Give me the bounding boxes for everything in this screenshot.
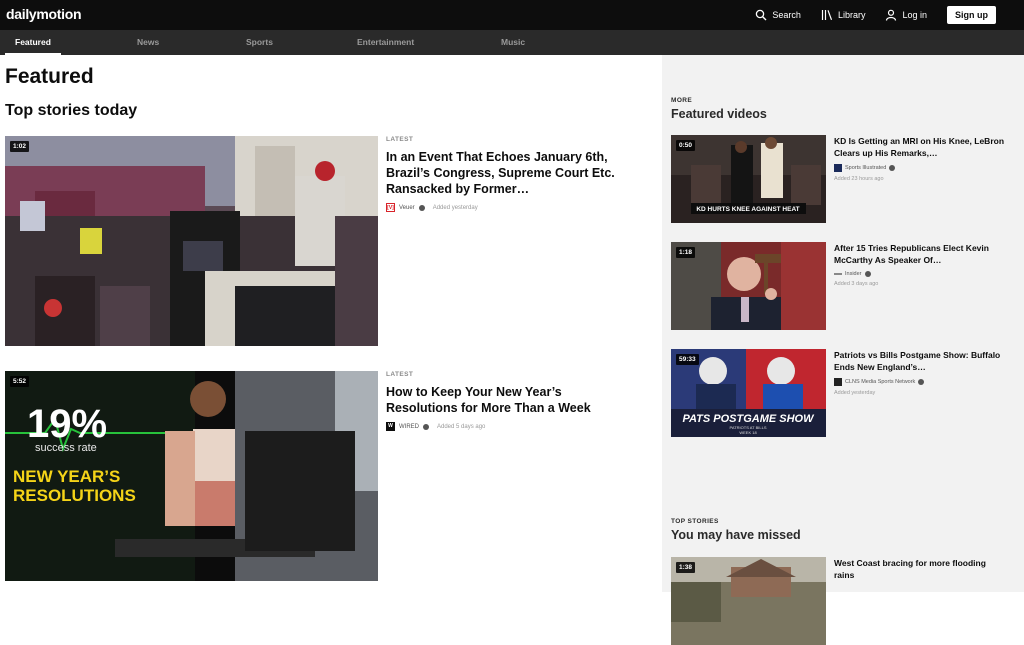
- signup-button[interactable]: Sign up: [947, 6, 996, 24]
- missed-video-card[interactable]: 1:38 West Coast bracing for more floodin…: [671, 557, 1011, 645]
- added-time: Added 3 days ago: [834, 281, 879, 287]
- video-duration: 0:50: [676, 140, 696, 151]
- story-info: LATEST How to Keep Your New Year’s Resol…: [386, 371, 616, 431]
- added-time: Added 5 days ago: [437, 423, 486, 430]
- video-thumbnail[interactable]: KD HURTS KNEE AGAINST HEAT 0:50: [671, 135, 826, 223]
- video-title[interactable]: Patriots vs Bills Postgame Show: Buffalo…: [834, 349, 1004, 373]
- story-title[interactable]: In an Event That Echoes January 6th, Bra…: [386, 149, 616, 197]
- channel-name[interactable]: Sports Illustrated: [845, 165, 886, 171]
- search-button[interactable]: Search: [755, 9, 801, 21]
- added-time: Added yesterday: [834, 390, 876, 396]
- verified-icon: [918, 379, 925, 385]
- video-thumbnail[interactable]: 1:38: [671, 557, 826, 645]
- channel-name[interactable]: WIRED: [399, 424, 419, 430]
- resolutions-thumbnail-image: 19% success rate NEW YEAR’S RESOLUTIONS: [5, 371, 378, 581]
- thumb-caption: KD HURTS KNEE AGAINST HEAT: [696, 206, 799, 213]
- thumb-line2: RESOLUTIONS: [13, 486, 136, 505]
- video-info: Patriots vs Bills Postgame Show: Buffalo…: [834, 349, 1004, 396]
- video-title[interactable]: West Coast bracing for more flooding rai…: [834, 557, 1004, 581]
- thumb-subcaption-week: WEEK 18: [739, 430, 757, 435]
- library-icon: [821, 10, 833, 21]
- video-info: West Coast bracing for more flooding rai…: [834, 557, 1004, 581]
- story-thumbnail[interactable]: 1:02: [5, 136, 378, 346]
- tab-sports[interactable]: Sports: [246, 30, 273, 55]
- video-meta: Sports Illustrated: [834, 164, 1004, 172]
- featured-videos-title: Featured videos: [671, 107, 767, 121]
- video-duration: 59:33: [676, 354, 699, 365]
- login-button[interactable]: Log in: [885, 9, 927, 21]
- search-icon: [756, 9, 767, 21]
- sports-illustrated-logo-icon: [834, 164, 842, 172]
- verified-icon: [418, 204, 425, 211]
- page-title: Featured: [5, 65, 94, 88]
- tab-news[interactable]: News: [137, 30, 159, 55]
- video-duration: 5:52: [10, 376, 30, 387]
- thumb-percent: 19%: [27, 402, 107, 446]
- top-navigation-bar: dailymotion Search Library Log in Sign u…: [0, 0, 1024, 30]
- tab-entertainment[interactable]: Entertainment: [357, 30, 414, 55]
- sidebar: MORE Featured videos KD HURTS KNEE AGAIN…: [662, 55, 1024, 645]
- story-info: LATEST In an Event That Echoes January 6…: [386, 136, 616, 212]
- video-info: After 15 Tries Republicans Elect Kevin M…: [834, 242, 1004, 287]
- added-time: Added 23 hours ago: [834, 176, 884, 182]
- video-duration: 1:18: [676, 247, 696, 258]
- story-card[interactable]: 19% success rate NEW YEAR’S RESOLUTIONS …: [5, 371, 655, 581]
- story-kicker: LATEST: [386, 136, 414, 143]
- story-meta: W WIRED Added 5 days ago: [386, 422, 616, 431]
- video-meta: Insider: [834, 271, 1004, 277]
- video-title[interactable]: After 15 Tries Republicans Elect Kevin M…: [834, 242, 1004, 266]
- search-label: Search: [772, 10, 801, 20]
- video-info: KD Is Getting an MRI on His Knee, LeBron…: [834, 135, 1004, 182]
- video-meta: CLNS Media Sports Network: [834, 378, 1004, 386]
- main-content: Featured Top stories today 1:02 LATEST I…: [0, 55, 662, 592]
- story-kicker: LATEST: [386, 371, 414, 378]
- story-card[interactable]: 1:02 LATEST In an Event That Echoes Janu…: [5, 136, 655, 346]
- featured-video-card[interactable]: KD HURTS KNEE AGAINST HEAT 0:50 KD Is Ge…: [671, 135, 1011, 223]
- header-actions: Search Library Log in Sign up: [755, 0, 996, 30]
- video-duration: 1:02: [10, 141, 30, 152]
- story-thumbnail[interactable]: 19% success rate NEW YEAR’S RESOLUTIONS …: [5, 371, 378, 581]
- thumb-rate: success rate: [35, 442, 97, 454]
- video-thumbnail[interactable]: 1:18: [671, 242, 826, 330]
- verified-icon: [889, 165, 896, 171]
- added-time: Added yesterday: [432, 204, 478, 211]
- thumb-line1: NEW YEAR’S: [13, 467, 120, 486]
- tab-featured[interactable]: Featured: [5, 30, 61, 55]
- thumb-caption: PATS POSTGAME SHOW: [683, 413, 816, 425]
- featured-kicker: MORE: [671, 97, 693, 104]
- video-duration: 1:38: [676, 562, 696, 573]
- video-thumbnail[interactable]: PATS POSTGAME SHOW PATRIOTS AT BILLS WEE…: [671, 349, 826, 437]
- video-title[interactable]: KD Is Getting an MRI on His Knee, LeBron…: [834, 135, 1004, 159]
- dailymotion-logo[interactable]: dailymotion: [6, 6, 82, 22]
- channel-name[interactable]: Insider: [845, 271, 862, 277]
- story-title[interactable]: How to Keep Your New Year’s Resolutions …: [386, 384, 616, 416]
- missed-kicker: TOP STORIES: [671, 518, 719, 525]
- featured-video-card[interactable]: PATS POSTGAME SHOW PATRIOTS AT BILLS WEE…: [671, 349, 1011, 437]
- verified-icon: [864, 271, 871, 277]
- clns-logo-icon: [834, 378, 842, 386]
- insider-logo-icon: [834, 273, 842, 275]
- verified-icon: [423, 423, 429, 430]
- tab-music[interactable]: Music: [501, 30, 525, 55]
- channel-name[interactable]: CLNS Media Sports Network: [845, 379, 915, 385]
- section-title: Top stories today: [5, 102, 138, 119]
- crowd-thumbnail-image: [5, 136, 378, 346]
- channel-name[interactable]: Veuer: [399, 205, 415, 211]
- wired-logo-icon: W: [386, 422, 395, 431]
- category-tabs: Featured News Sports Entertainment Music: [0, 30, 1024, 55]
- featured-video-card[interactable]: 1:18 After 15 Tries Republicans Elect Ke…: [671, 242, 1011, 330]
- library-label: Library: [837, 10, 866, 20]
- missed-title: You may have missed: [671, 528, 801, 542]
- user-icon: [886, 9, 897, 21]
- login-label: Log in: [902, 10, 927, 20]
- veuer-logo-icon: [V]: [386, 203, 395, 212]
- story-meta: [V] Veuer Added yesterday: [386, 203, 616, 212]
- library-button[interactable]: Library: [821, 9, 866, 21]
